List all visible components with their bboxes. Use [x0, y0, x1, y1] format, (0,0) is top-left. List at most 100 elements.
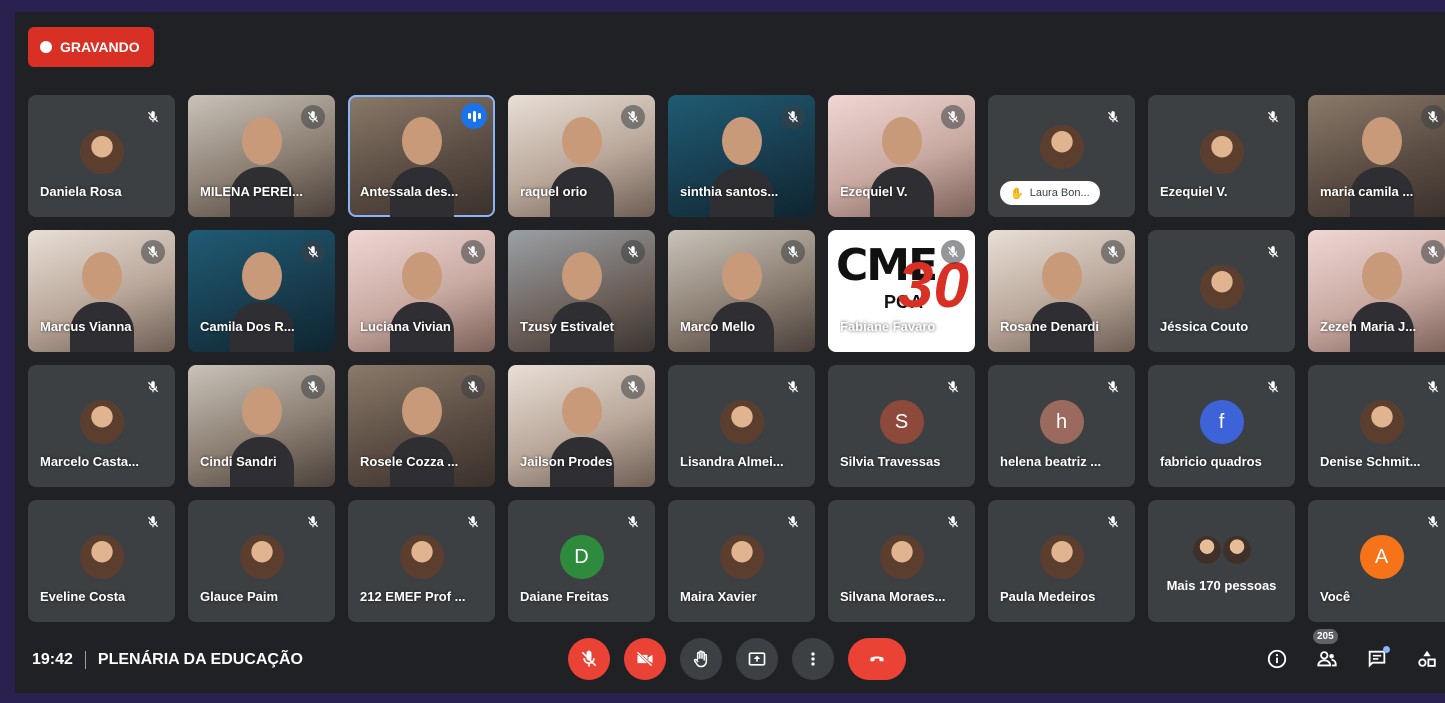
participant-tile[interactable]: Silvana Moraes... [828, 500, 975, 622]
muted-indicator [621, 375, 645, 399]
participant-tile[interactable]: Jailson Prodes [508, 365, 655, 487]
participant-tile[interactable]: maria camila ... [1308, 95, 1445, 217]
participant-name: Daiane Freitas [520, 589, 609, 604]
participant-tile[interactable]: Luciana Vivian [348, 230, 495, 352]
mic-off-icon [147, 381, 159, 393]
mic-off-icon [947, 111, 959, 123]
participant-name-pill: ✋ Laura Bon... [1000, 181, 1100, 205]
mic-off-icon [627, 246, 639, 258]
participant-tile[interactable]: f fabricio quadros [1148, 365, 1295, 487]
participant-video [69, 252, 134, 352]
mic-off-icon [947, 516, 959, 528]
participant-tile[interactable]: Maira Xavier [668, 500, 815, 622]
participant-tile[interactable]: Marcelo Casta... [28, 365, 175, 487]
participant-tile[interactable]: CME POA 30 Fabiane Favaro [828, 230, 975, 352]
muted-indicator [141, 375, 165, 399]
activities-button[interactable] [1415, 647, 1439, 671]
more-options-button[interactable] [792, 638, 834, 680]
people-button[interactable]: 205 [1313, 629, 1339, 671]
participant-name: Ezequiel V. [840, 184, 908, 199]
participant-video [709, 117, 774, 217]
participant-name: Silvia Travessas [840, 454, 941, 469]
muted-indicator [781, 375, 805, 399]
more-people-label: Mais 170 pessoas [1166, 578, 1277, 593]
participant-tile[interactable]: Camila Dos R... [188, 230, 335, 352]
camera-off-button[interactable] [624, 638, 666, 680]
participant-tile[interactable]: D Daiane Freitas [508, 500, 655, 622]
chat-button[interactable] [1365, 646, 1390, 671]
raise-hand-button[interactable] [680, 638, 722, 680]
participant-tile[interactable]: Eveline Costa [28, 500, 175, 622]
participant-name: Glauce Paim [200, 589, 279, 604]
avatar [399, 535, 444, 579]
participant-tile[interactable]: Tzusy Estivalet [508, 230, 655, 352]
participant-name: Cindi Sandri [200, 454, 277, 469]
participant-tile[interactable]: 212 EMEF Prof ... [348, 500, 495, 622]
mic-off-icon [947, 246, 959, 258]
participant-tile[interactable]: Rosane Denardi [988, 230, 1135, 352]
participant-tile[interactable]: Marco Mello [668, 230, 815, 352]
participant-tile[interactable]: Cindi Sandri [188, 365, 335, 487]
participant-name: 212 EMEF Prof ... [360, 589, 466, 604]
participant-name: Laura Bon... [1029, 187, 1090, 199]
mic-off-icon [787, 246, 799, 258]
meeting-details-button[interactable] [1265, 647, 1289, 671]
participant-video [549, 252, 614, 352]
participant-tile[interactable]: h helena beatriz ... [988, 365, 1135, 487]
participant-tile[interactable]: raquel orio [508, 95, 655, 217]
muted-indicator [781, 510, 805, 534]
participant-name: Lisandra Almei... [680, 454, 784, 469]
mic-off-icon [467, 516, 479, 528]
participant-tile[interactable]: S Silvia Travessas [828, 365, 975, 487]
muted-indicator [1421, 105, 1445, 129]
participant-tile[interactable]: ✋ Laura Bon... [988, 95, 1135, 217]
participant-tile[interactable]: Denise Schmit... [1308, 365, 1445, 487]
participant-tile[interactable]: Mais 170 pessoas [1148, 500, 1295, 622]
avatar [1199, 265, 1244, 309]
participant-name: fabricio quadros [1160, 454, 1262, 469]
mic-off-button[interactable] [568, 638, 610, 680]
avatar [1039, 535, 1084, 579]
mic-off-icon [1427, 516, 1439, 528]
mic-off-icon [947, 381, 959, 393]
participant-tile[interactable]: Lisandra Almei... [668, 365, 815, 487]
recording-indicator: GRAVANDO [28, 27, 154, 67]
participant-tile[interactable]: Marcus Vianna [28, 230, 175, 352]
participant-name: maria camila ... [1320, 184, 1414, 199]
more-vert-icon [811, 652, 815, 666]
participant-name: Luciana Vivian [360, 319, 451, 334]
mic-off-icon [467, 381, 479, 393]
muted-indicator [941, 240, 965, 264]
mic-off-icon [147, 246, 159, 258]
participant-name: raquel orio [520, 184, 588, 199]
mic-off-icon [1107, 516, 1119, 528]
avatar [1359, 400, 1404, 444]
mic-off-icon [1427, 111, 1439, 123]
muted-indicator [301, 375, 325, 399]
participant-tile[interactable]: Antessala des... [348, 95, 495, 217]
participant-tile[interactable]: Paula Medeiros [988, 500, 1135, 622]
avatar [1039, 125, 1084, 169]
participant-video [1349, 117, 1414, 217]
participant-tile[interactable]: MILENA PEREI... [188, 95, 335, 217]
participant-tile[interactable]: Zezeh Maria J... [1308, 230, 1445, 352]
participant-tile[interactable]: A Você [1308, 500, 1445, 622]
participant-tile[interactable]: Ezequiel V. [1148, 95, 1295, 217]
present-screen-button[interactable] [736, 638, 778, 680]
mic-off-icon [581, 650, 597, 667]
participant-name: Maira Xavier [680, 589, 757, 604]
participant-tile[interactable]: Glauce Paim [188, 500, 335, 622]
participant-tile[interactable]: Rosele Cozza ... [348, 365, 495, 487]
participant-name: Paula Medeiros [1000, 589, 1096, 604]
participant-tile[interactable]: Jéssica Couto [1148, 230, 1295, 352]
avatar [239, 535, 284, 579]
leave-call-button[interactable] [848, 638, 906, 680]
participant-video [229, 387, 294, 487]
participant-name: Camila Dos R... [200, 319, 295, 334]
participant-video [229, 252, 294, 352]
participant-tile[interactable]: Ezequiel V. [828, 95, 975, 217]
muted-indicator [461, 240, 485, 264]
participant-tile[interactable]: Daniela Rosa [28, 95, 175, 217]
avatar: D [559, 535, 604, 579]
participant-tile[interactable]: sinthia santos... [668, 95, 815, 217]
